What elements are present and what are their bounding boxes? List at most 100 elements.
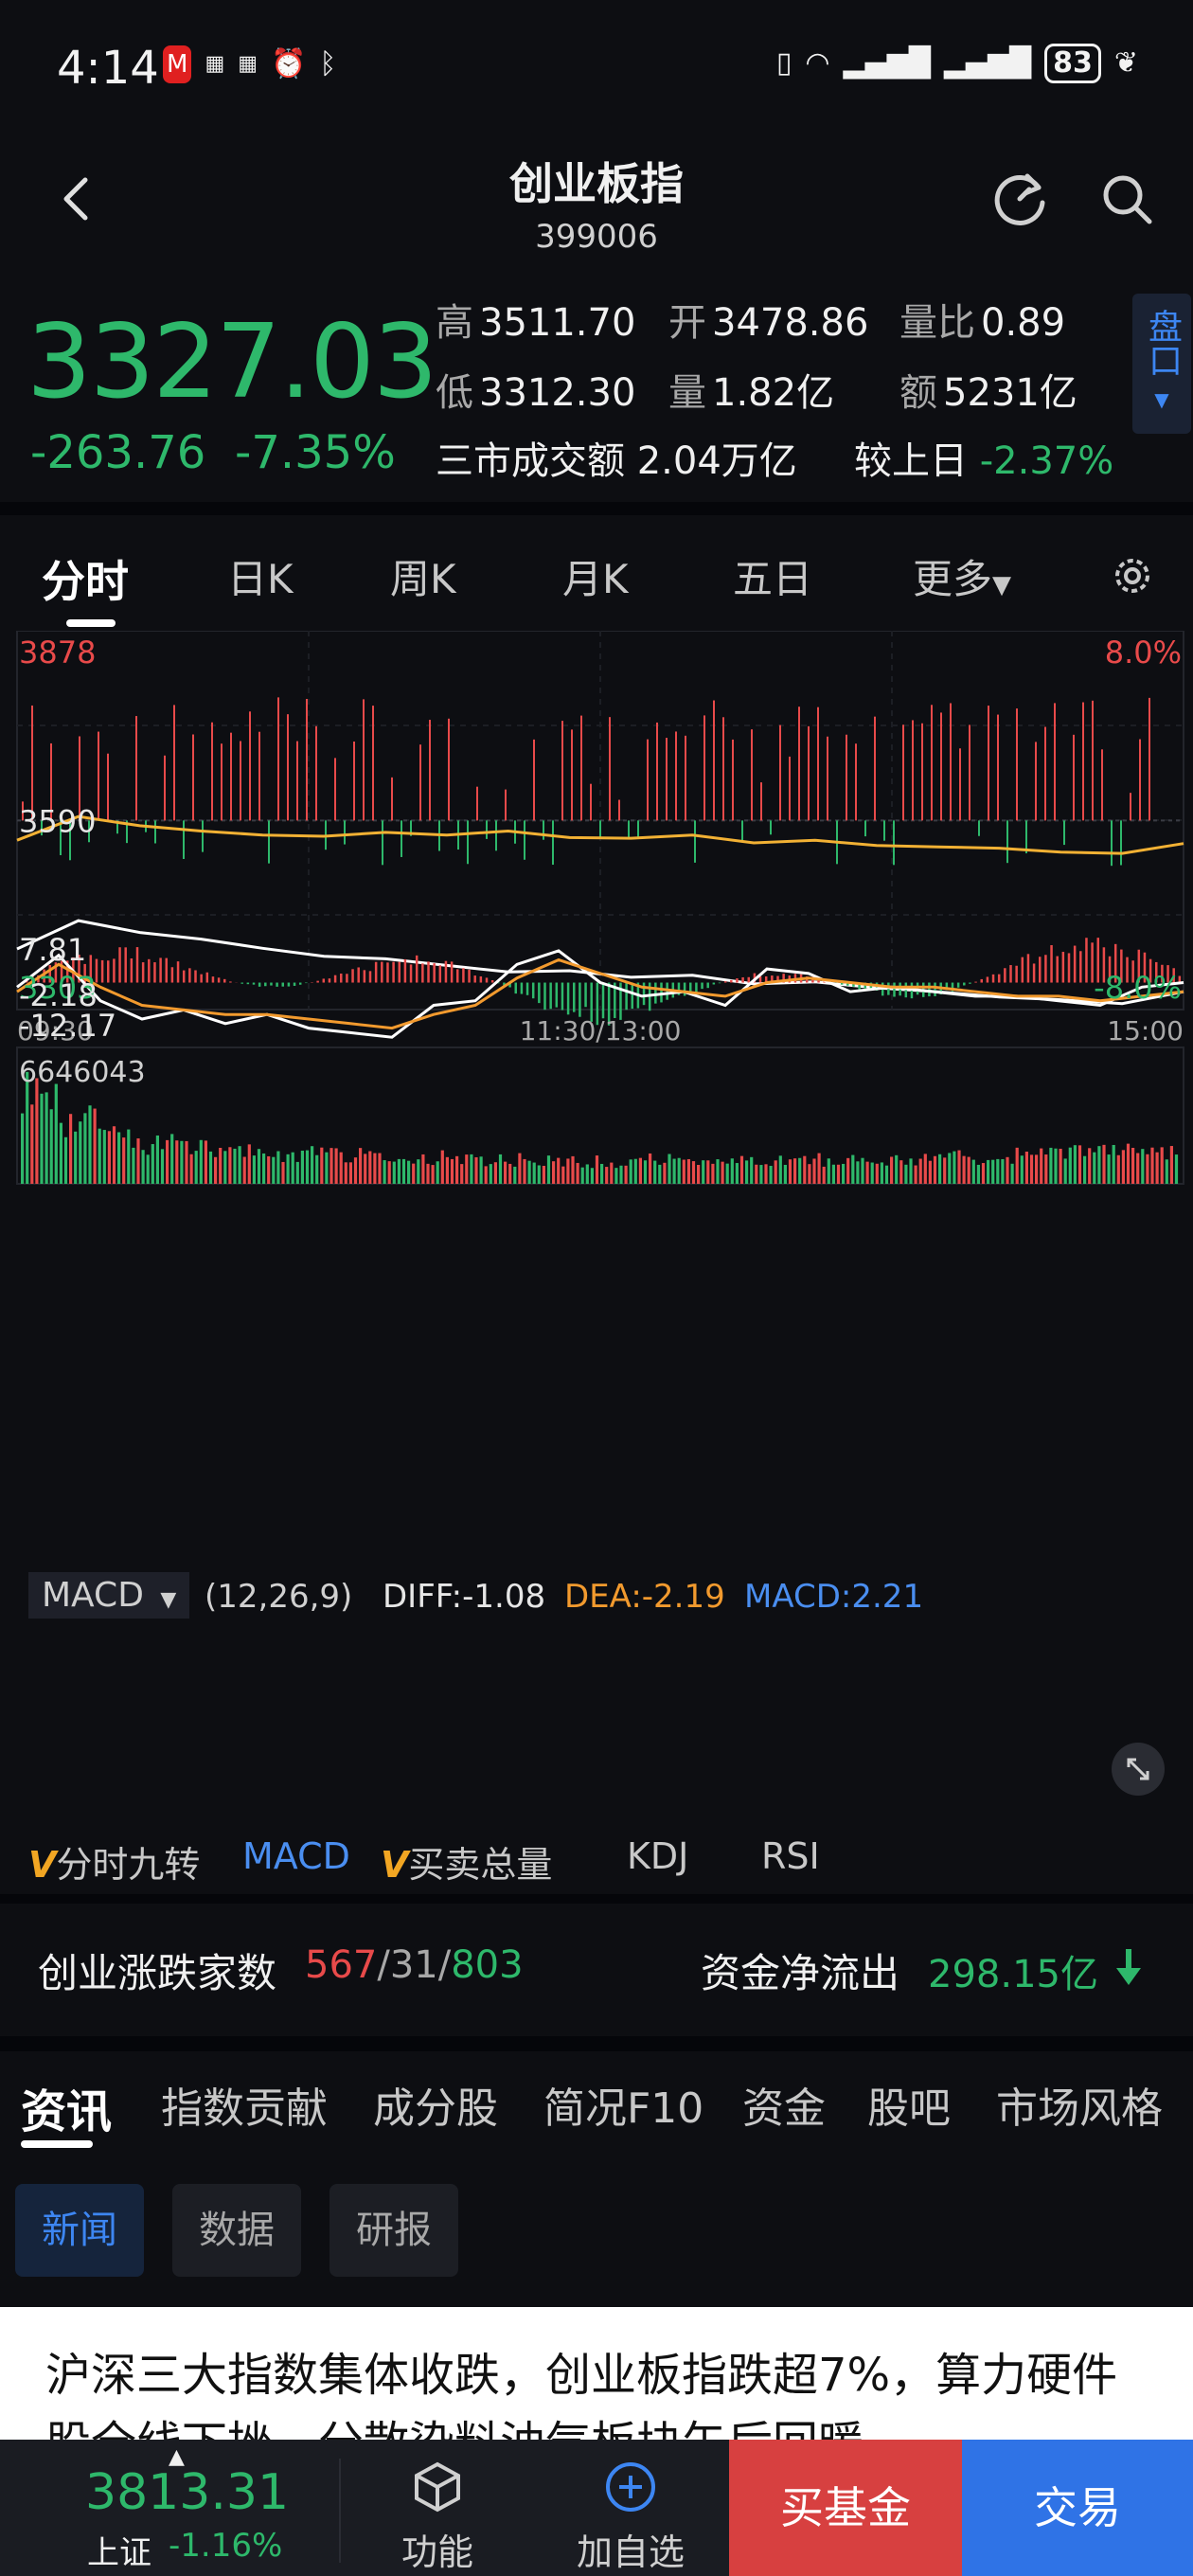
macd-diff: DIFF:-1.08	[383, 1578, 546, 1616]
news-item[interactable]: 沪深三大指数集体收跌，创业板指跌超7%，算力硬件股全线下挫，分散染料油气板块午后…	[0, 2307, 1193, 2440]
net-outflow-label: 资金净流出	[701, 1950, 900, 1996]
separator: /	[377, 1943, 390, 1987]
volume-bar	[697, 1165, 701, 1184]
volume-bar	[1097, 1146, 1101, 1184]
macd-select[interactable]: MACD ▼	[28, 1572, 190, 1619]
y-label-mid: 3590	[19, 803, 96, 839]
tab-more[interactable]: 更多▼	[913, 547, 1011, 605]
cube-icon	[415, 2461, 460, 2513]
down-arrow-icon	[1116, 1949, 1141, 1985]
volume-bar	[552, 1161, 556, 1184]
volume-bar	[141, 1150, 145, 1184]
tab-index-contribution[interactable]: 指数贡献	[161, 2074, 328, 2135]
volume-bar	[305, 1150, 310, 1184]
expand-icon[interactable]	[1110, 1741, 1166, 1798]
ind-tab-kdj[interactable]: KDJ	[627, 1835, 688, 1877]
volume-bar	[610, 1162, 614, 1184]
volume-bar	[397, 1158, 401, 1184]
tab-f10[interactable]: 简况F10	[543, 2074, 703, 2135]
volume-bar	[1024, 1152, 1028, 1184]
volume-bar	[1165, 1159, 1168, 1184]
volume-bar	[185, 1140, 188, 1184]
volume-value: 1.82亿	[712, 371, 835, 415]
amount-label: 额	[899, 371, 937, 415]
volume-bar	[214, 1156, 218, 1184]
quote-amount: 额 5231亿	[899, 362, 1077, 417]
volume-bar	[489, 1164, 492, 1184]
buy-fund-button[interactable]: 买基金	[729, 2440, 962, 2576]
tab-weekly-k[interactable]: 周K	[390, 547, 456, 605]
tab-funds[interactable]: 资金	[742, 2074, 826, 2135]
tab-market-style[interactable]: 市场风格	[996, 2074, 1163, 2135]
volume-bar	[334, 1148, 338, 1184]
breadth-row[interactable]: 创业涨跌家数 567/31/803 资金净流出 298.15亿	[0, 1904, 1193, 2036]
sub-tab-data[interactable]: 数据	[172, 2184, 301, 2277]
volume-bar	[1040, 1148, 1043, 1184]
refresh-icon[interactable]	[989, 169, 1050, 229]
search-icon[interactable]	[1098, 169, 1155, 229]
volume-bar	[320, 1147, 324, 1184]
volume-bar	[812, 1158, 816, 1184]
volume-bar	[45, 1092, 48, 1184]
volume-bar	[716, 1159, 720, 1184]
tab-monthly-k[interactable]: 月K	[562, 547, 629, 605]
tab-daily-k[interactable]: 日K	[227, 547, 294, 605]
high-label: 高	[436, 301, 473, 345]
volume-bar	[846, 1157, 850, 1184]
v-badge-icon: V	[381, 1844, 409, 1886]
volume-bar	[788, 1159, 792, 1184]
volume-bar	[132, 1147, 135, 1184]
volume-bar	[1035, 1154, 1039, 1184]
sub-tab-news[interactable]: 新闻	[15, 2184, 144, 2277]
ind-tab-buysell[interactable]: V买卖总量	[381, 1835, 552, 1887]
volume-bar	[339, 1152, 343, 1184]
volume-bar	[465, 1154, 469, 1184]
volume-bar	[585, 1164, 589, 1184]
volume-bar	[353, 1157, 358, 1184]
volume-bar	[88, 1105, 92, 1184]
news-sub-tabs: 新闻 数据 研报	[0, 2178, 1193, 2277]
intraday-chart[interactable]: 3878359033038.0%-8.0%09:30 11:30/13:00 15:…	[0, 631, 1193, 1815]
volume-bar	[566, 1158, 570, 1184]
volume-bar	[817, 1153, 821, 1184]
function-button[interactable]: 功能	[371, 2459, 504, 2575]
tab-constituents[interactable]: 成分股	[373, 2074, 498, 2135]
trade-button[interactable]: 交易	[962, 2440, 1193, 2576]
order-book-button[interactable]: 盘口 ▼	[1132, 294, 1191, 434]
add-watchlist-button[interactable]: 加自选	[564, 2459, 697, 2575]
volume-bar	[884, 1165, 889, 1184]
notify-icon: ▦	[205, 52, 225, 76]
gear-icon[interactable]	[1110, 553, 1155, 599]
tab-five-day[interactable]: 五日	[733, 547, 812, 605]
macd-y-top: 7.81	[19, 932, 86, 968]
ind-tab-label: 买卖总量	[408, 1844, 553, 1886]
ind-tab-rsi[interactable]: RSI	[761, 1835, 820, 1877]
tab-forum[interactable]: 股吧	[867, 2074, 951, 2135]
volume-bar	[957, 1150, 961, 1184]
volume-bar	[504, 1161, 507, 1184]
volume-bar	[991, 1159, 995, 1184]
tab-news-feed[interactable]: 资讯	[21, 2074, 112, 2140]
volume-bar	[445, 1156, 449, 1184]
tab-intraday[interactable]: 分时	[42, 547, 129, 610]
volume-bar	[160, 1149, 165, 1184]
volume-bar	[778, 1155, 782, 1184]
volume-bar	[923, 1154, 927, 1184]
ind-tab-nine-turn[interactable]: V分时九转	[28, 1835, 200, 1887]
volume-bar	[953, 1151, 956, 1184]
volume-bar	[170, 1134, 174, 1184]
sub-tab-research[interactable]: 研报	[329, 2184, 458, 2277]
volume-bar	[691, 1161, 696, 1184]
ind-tab-macd[interactable]: MACD	[242, 1835, 350, 1877]
volume-bar	[1077, 1145, 1082, 1184]
volume-bar	[1112, 1144, 1115, 1184]
volume-bar	[711, 1163, 715, 1184]
breadth-label: 创业涨跌家数	[38, 1950, 277, 1996]
volume-bar	[79, 1121, 82, 1184]
volume-bar	[643, 1160, 648, 1184]
volume-bar	[325, 1152, 329, 1184]
volume-bar	[948, 1153, 952, 1184]
signal-icon: ▂▄▆█	[943, 46, 1032, 80]
volume-bar	[537, 1165, 541, 1184]
volume-bar	[1068, 1147, 1072, 1184]
